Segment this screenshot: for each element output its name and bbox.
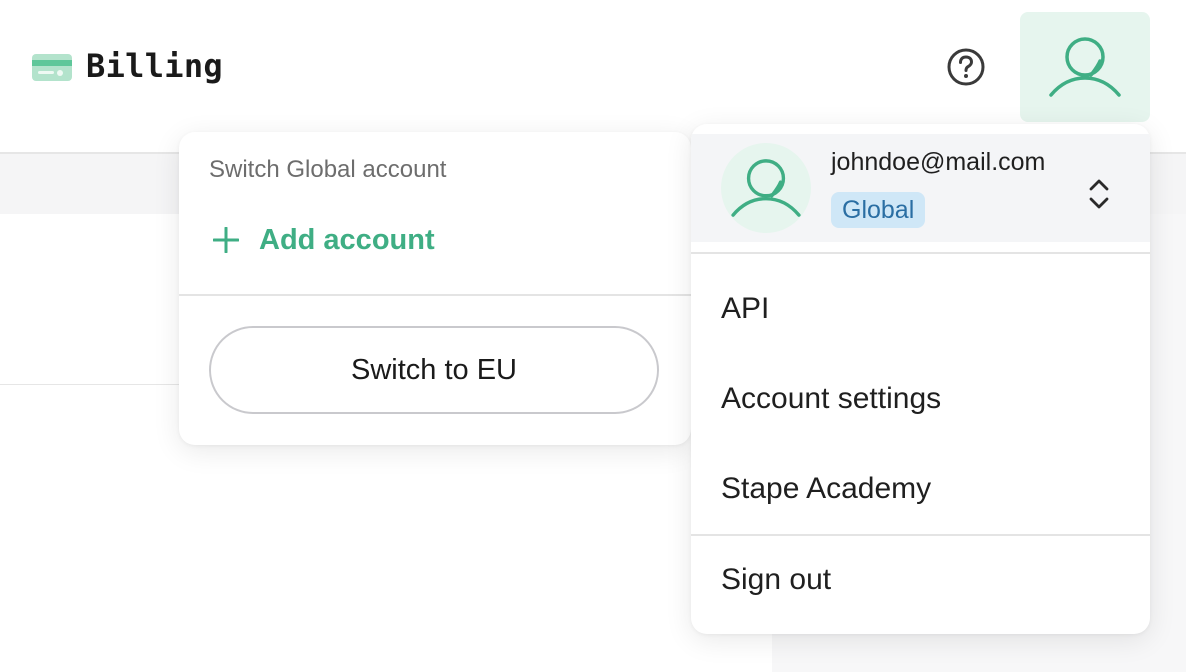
menu-divider [691, 534, 1150, 536]
add-account-button[interactable]: Add account [213, 220, 435, 260]
menu-item-account-settings[interactable]: Account settings [721, 382, 941, 416]
plus-icon [213, 227, 239, 253]
menu-divider [691, 252, 1150, 254]
account-switch-toggle[interactable] [1083, 172, 1115, 216]
user-dropdown-menu: johndoe@mail.com Global API Account sett… [691, 124, 1150, 634]
switch-to-eu-button[interactable]: Switch to EU [209, 326, 659, 414]
popover-divider [179, 294, 691, 296]
user-avatar-button[interactable] [1020, 12, 1150, 122]
user-icon [731, 159, 801, 217]
menu-item-stape-academy[interactable]: Stape Academy [721, 472, 931, 506]
top-header: Billing [0, 0, 1186, 135]
add-account-label: Add account [259, 223, 435, 256]
switch-account-popover: Switch Global account Add account Switch… [179, 132, 691, 445]
help-button[interactable] [944, 45, 988, 89]
help-circle-icon [947, 48, 985, 86]
page-title: Billing [86, 47, 223, 85]
account-email: johndoe@mail.com [831, 148, 1046, 176]
region-badge: Global [831, 192, 926, 228]
current-account-row[interactable]: johndoe@mail.com Global [691, 134, 1150, 242]
account-avatar [721, 143, 811, 233]
menu-item-sign-out[interactable]: Sign out [721, 563, 831, 597]
switch-account-heading: Switch Global account [209, 156, 447, 183]
chevron-up-down-icon [1089, 179, 1109, 209]
menu-item-api[interactable]: API [721, 292, 769, 326]
credit-card-icon [32, 54, 72, 81]
user-icon [1049, 37, 1121, 97]
